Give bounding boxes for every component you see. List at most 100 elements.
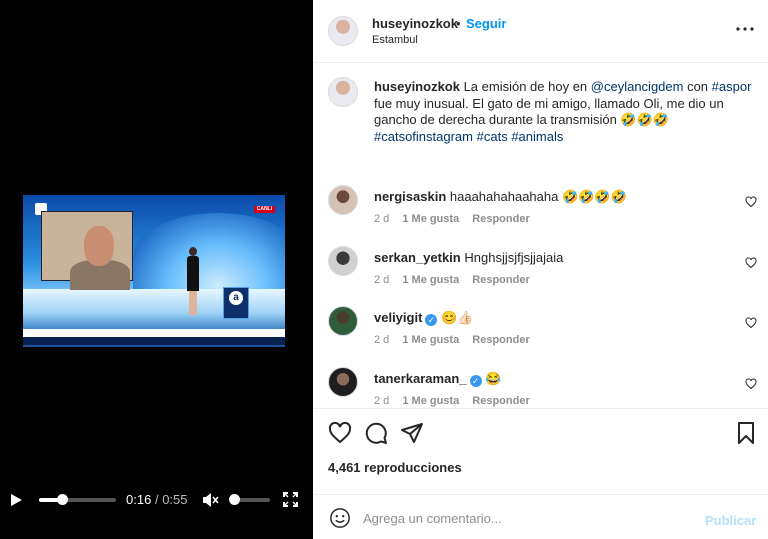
views-count[interactable]: 4,461 reproducciones (328, 460, 462, 475)
comment-text: haaahahahaahaha 🤣🤣🤣🤣 (449, 189, 627, 204)
share-paper-plane-icon[interactable] (400, 421, 424, 445)
commenter-avatar[interactable] (328, 185, 358, 215)
comment-username[interactable]: tanerkaraman_ (374, 371, 467, 386)
volume-slider[interactable] (228, 494, 270, 505)
live-badge: CANLI (253, 206, 275, 213)
comment-line: tanerkaraman_ ✓ 😂 (374, 371, 501, 387)
dot-separator: • (456, 16, 461, 31)
reply-button[interactable]: Responder (472, 213, 529, 225)
caption-text-2: con (683, 79, 712, 94)
comment-username[interactable]: nergisaskin (374, 189, 446, 204)
comment-likes[interactable]: 1 Me gusta (402, 334, 459, 346)
comment-age[interactable]: 2 d (374, 213, 389, 225)
volume-handle[interactable] (228, 494, 240, 505)
duration: 0:55 (162, 492, 188, 507)
ticker-top (23, 329, 285, 337)
comment-text: 😂 (485, 371, 502, 386)
commenter-avatar[interactable] (328, 246, 358, 276)
presenter-head (189, 247, 197, 256)
verified-badge-icon: ✓ (425, 314, 438, 326)
presenter-dress (187, 256, 199, 291)
heart-icon[interactable] (745, 317, 757, 329)
comment-age[interactable]: 2 d (374, 274, 389, 286)
comment-line: veliyigit ✓ 😊👍🏻 (374, 310, 473, 326)
comment-text: 😊👍🏻 (441, 310, 474, 325)
caption-text-1: La emisión de hoy en (459, 79, 591, 94)
hashtag-catsofinstagram[interactable]: #catsofinstagram (374, 129, 473, 144)
caption-mention[interactable]: @ceylancigdem (591, 79, 684, 94)
comment-bubble-icon[interactable] (364, 421, 388, 445)
comment-item: nergisaskin haaahahahaahaha 🤣🤣🤣🤣 2 d 1 M… (328, 185, 758, 241)
comment-age[interactable]: 2 d (374, 334, 389, 346)
heart-icon[interactable] (745, 378, 757, 390)
desk-logo: a (229, 291, 243, 305)
caption-avatar[interactable] (328, 77, 358, 107)
comment-item: tanerkaraman_ ✓ 😂 2 d 1 Me gusta Responde… (328, 367, 758, 408)
follow-button[interactable]: Seguir (466, 16, 506, 31)
time-separator: / (154, 492, 159, 507)
video-player[interactable]: CANLI a 0:16 / 0:55 (0, 0, 313, 539)
presenter (186, 247, 200, 317)
add-comment-bar: Publicar (313, 494, 768, 539)
current-time: 0:16 (126, 492, 152, 507)
comment-likes[interactable]: 1 Me gusta (402, 213, 459, 225)
bookmark-icon[interactable] (734, 421, 758, 445)
commenter-avatar[interactable] (328, 367, 358, 397)
more-options-icon[interactable] (733, 22, 757, 36)
comment-likes[interactable]: 1 Me gusta (402, 274, 459, 286)
comment-meta: 2 d 1 Me gusta Responder (374, 334, 540, 346)
fullscreen-icon[interactable] (283, 492, 298, 507)
hashtag-cats[interactable]: #cats (477, 129, 508, 144)
author-name[interactable]: huseyinozkok (372, 16, 458, 31)
verified-badge-icon: ✓ (469, 375, 482, 387)
video-frame[interactable]: CANLI a (23, 195, 285, 347)
views-label: reproducciones (364, 460, 462, 475)
post-header: huseyinozkok • Seguir Estambul (313, 0, 768, 63)
comment-username[interactable]: serkan_yetkin (374, 250, 461, 265)
post-location[interactable]: Estambul (372, 34, 418, 46)
seek-handle[interactable] (57, 494, 69, 505)
comment-age[interactable]: 2 d (374, 395, 389, 407)
reply-button[interactable]: Responder (472, 395, 529, 407)
caption-author[interactable]: huseyinozkok (374, 79, 460, 94)
comment-item: serkan_yetkin Hnghsjjsjfjsjjajaia 2 d 1 … (328, 246, 758, 302)
news-ticker (23, 329, 285, 345)
comment-meta: 2 d 1 Me gusta Responder (374, 213, 540, 225)
comment-likes[interactable]: 1 Me gusta (402, 395, 459, 407)
hashtag-animals[interactable]: #animals (511, 129, 563, 144)
hashtag-aspor[interactable]: #aspor (712, 79, 752, 94)
webcam-inset (41, 211, 133, 290)
comment-meta: 2 d 1 Me gusta Responder (374, 395, 540, 407)
comment-line: nergisaskin haaahahahaahaha 🤣🤣🤣🤣 (374, 189, 627, 205)
seek-bar[interactable] (39, 494, 116, 505)
reply-button[interactable]: Responder (472, 334, 529, 346)
caption-text-3: fue muy inusual. El gato de mi amigo, ll… (374, 95, 724, 128)
caption-text: huseyinozkok La emisión de hoy en @ceyla… (374, 79, 754, 145)
publish-button[interactable]: Publicar (705, 513, 756, 528)
comment-text: Hnghsjjsjfjsjjajaia (464, 250, 564, 265)
heart-icon[interactable] (745, 257, 757, 269)
commenter-avatar[interactable] (328, 306, 358, 336)
post-panel: huseyinozkok • Seguir Estambul huseyinoz… (313, 0, 768, 539)
comment-username[interactable]: veliyigit (374, 310, 422, 325)
ticker-bottom (23, 337, 285, 345)
post-actions: 4,461 reproducciones (313, 408, 768, 494)
time-display: 0:16 / 0:55 (126, 492, 188, 507)
video-controls: 0:16 / 0:55 (0, 484, 313, 516)
comment-item: veliyigit ✓ 😊👍🏻 2 d 1 Me gusta Responder (328, 306, 758, 362)
emoji-icon[interactable] (329, 507, 351, 529)
reply-button[interactable]: Responder (472, 274, 529, 286)
comment-line: serkan_yetkin Hnghsjjsjfjsjjajaia (374, 250, 563, 265)
comments-list[interactable]: huseyinozkok La emisión de hoy en @ceyla… (313, 63, 768, 408)
views-number: 4,461 (328, 460, 361, 475)
mute-icon[interactable] (201, 491, 219, 509)
studio-desk: a (223, 287, 249, 319)
heart-icon[interactable] (745, 196, 757, 208)
like-heart-icon[interactable] (328, 421, 352, 445)
presenter-legs (189, 291, 197, 315)
play-icon[interactable] (9, 493, 23, 507)
comment-meta: 2 d 1 Me gusta Responder (374, 274, 540, 286)
webcam-person-head (84, 226, 114, 266)
author-avatar[interactable] (328, 16, 358, 46)
comment-input[interactable] (363, 507, 693, 529)
